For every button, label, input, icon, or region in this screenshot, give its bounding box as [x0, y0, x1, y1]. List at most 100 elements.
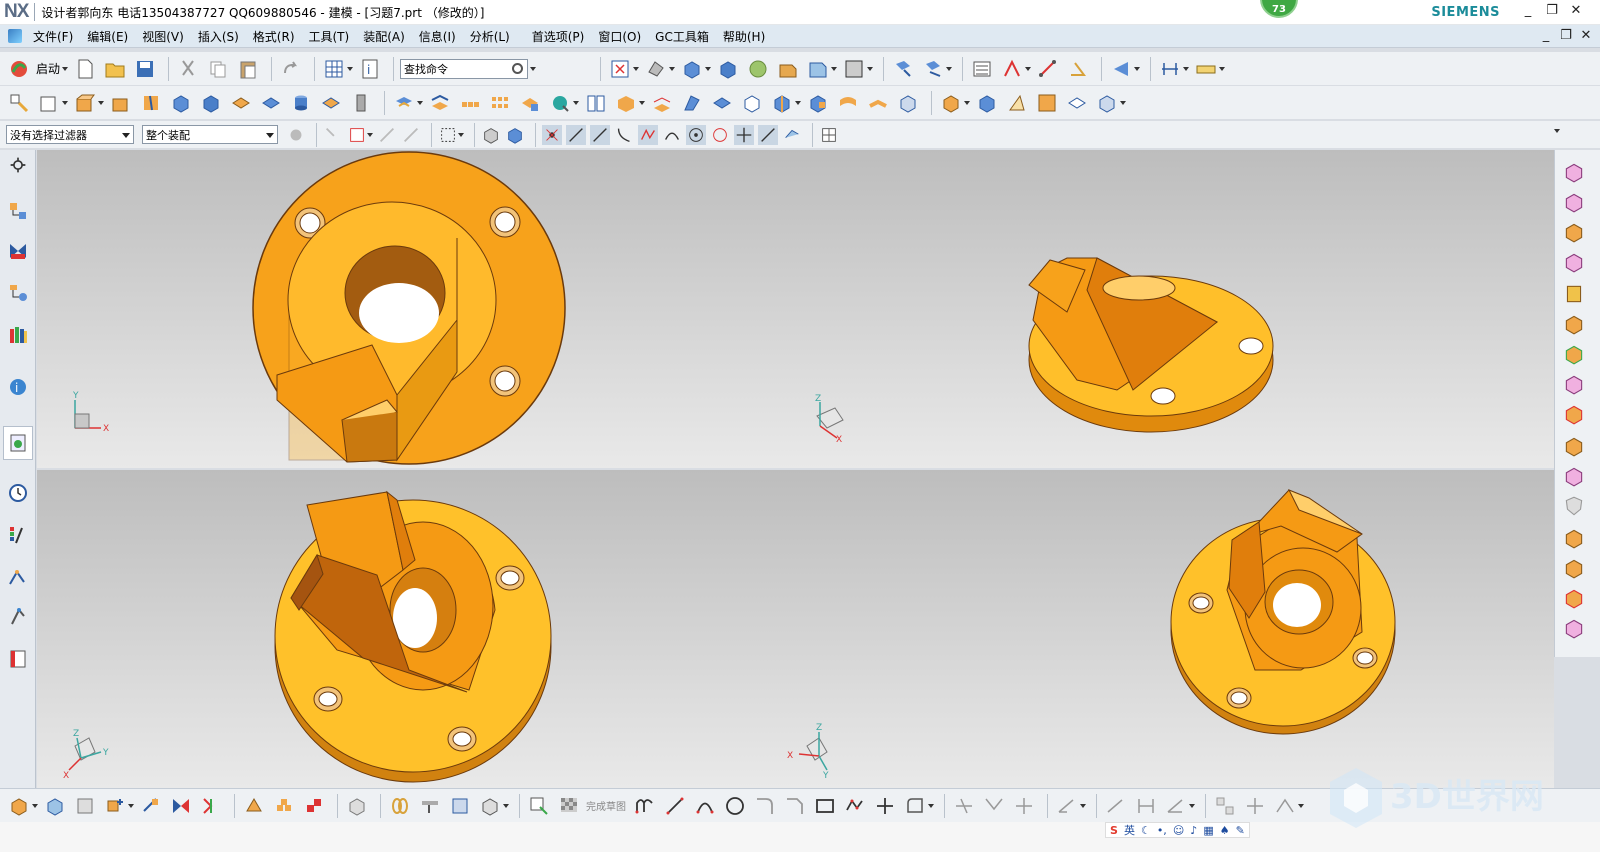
constraints-icon[interactable]: [1103, 793, 1129, 819]
clearance-analysis-icon[interactable]: [344, 793, 370, 819]
snap-line-icon[interactable]: [590, 124, 610, 145]
offset-face-icon[interactable]: [547, 90, 573, 116]
restore-button[interactable]: ❐: [1542, 3, 1562, 18]
wave-link-icon[interactable]: [271, 793, 297, 819]
zoom-dropdown-icon[interactable]: [669, 66, 676, 71]
doc-restore-button[interactable]: ❐: [1556, 28, 1576, 43]
wave-geometry-icon[interactable]: [417, 793, 443, 819]
pattern-feature-icon[interactable]: [427, 90, 453, 116]
graphics-window[interactable]: Y X Z X Z Y X Z X Y: [37, 150, 1554, 788]
select-point-icon[interactable]: [347, 125, 367, 145]
select-body-icon[interactable]: [481, 125, 501, 145]
view-studio-icon[interactable]: [1562, 586, 1586, 610]
polygon-icon[interactable]: [842, 793, 868, 819]
move-to-layer-icon[interactable]: [805, 56, 831, 82]
view-wireframe-icon[interactable]: [1562, 526, 1586, 550]
sew-icon[interactable]: [769, 90, 795, 116]
interpart-link-icon[interactable]: [447, 793, 473, 819]
menu-window[interactable]: 窗口(O): [591, 28, 648, 45]
view-right-icon[interactable]: [1562, 282, 1586, 306]
alternate-solution-icon[interactable]: [1272, 793, 1298, 819]
menu-gc-toolbox[interactable]: GC工具箱: [648, 28, 716, 45]
new-file-icon[interactable]: [72, 56, 98, 82]
shaded-view-icon[interactable]: [679, 56, 705, 82]
sketch-task-icon[interactable]: [526, 793, 552, 819]
assembly-load-dropdown-icon[interactable]: [32, 803, 38, 808]
part-bottom-right-view[interactable]: [1170, 489, 1396, 735]
synchronous-dropdown-icon[interactable]: [1120, 100, 1126, 105]
circle-icon[interactable]: [722, 793, 748, 819]
pull-face-icon[interactable]: [1004, 90, 1030, 116]
microphone-icon[interactable]: ♪: [1190, 824, 1197, 837]
keyboard-icon[interactable]: ▦: [1203, 824, 1213, 837]
save-icon[interactable]: [132, 56, 158, 82]
move-face-icon[interactable]: [974, 90, 1000, 116]
pad-icon[interactable]: [318, 90, 344, 116]
history-roles-icon[interactable]: [3, 426, 33, 460]
unite-icon[interactable]: [391, 90, 417, 116]
background-icon[interactable]: [841, 56, 867, 82]
create-array-icon[interactable]: [102, 793, 128, 819]
shirt-icon[interactable]: ♠: [1220, 824, 1230, 837]
pocket-icon[interactable]: [258, 90, 284, 116]
view-hidden-icon[interactable]: [1562, 616, 1586, 640]
snap-view-icon[interactable]: [1108, 56, 1134, 82]
menu-file[interactable]: 文件(F): [26, 28, 80, 45]
new-component-icon[interactable]: [72, 793, 98, 819]
chamfer-icon[interactable]: [679, 90, 705, 116]
hole-icon[interactable]: [138, 90, 164, 116]
reuse-library-icon[interactable]: [5, 322, 31, 348]
profile-icon[interactable]: [632, 793, 658, 819]
offset-region-dropdown-icon[interactable]: [964, 100, 970, 105]
layout-dropdown-icon[interactable]: [347, 66, 354, 71]
sew-dropdown-icon[interactable]: [795, 100, 801, 105]
alternate-solution-dropdown-icon[interactable]: [1298, 803, 1304, 808]
view-section-icon[interactable]: [1562, 464, 1586, 488]
dimension-sketch-icon[interactable]: [1054, 793, 1080, 819]
view-top-icon[interactable]: [1562, 220, 1586, 244]
snap-on-curve-icon[interactable]: [758, 124, 778, 145]
point-icon[interactable]: [872, 793, 898, 819]
mirror-icon[interactable]: [517, 90, 543, 116]
snap-on-face-icon[interactable]: [782, 125, 802, 145]
array-icon[interactable]: [487, 90, 513, 116]
redo-icon[interactable]: [278, 56, 304, 82]
copy-icon[interactable]: [205, 56, 231, 82]
viewport-top[interactable]: Y X Z X: [37, 150, 1554, 468]
auto-constrain-icon[interactable]: [1133, 793, 1159, 819]
tube-icon[interactable]: [895, 90, 921, 116]
linear-pattern-icon[interactable]: [457, 90, 483, 116]
snap-center-icon[interactable]: [686, 124, 706, 145]
ime-toolbar[interactable]: S 英 ☾ •, ☺ ♪ ▦ ♠ ✎: [1105, 822, 1250, 838]
snap-midpoint-icon[interactable]: [566, 124, 586, 145]
snap-endpoint-icon[interactable]: [542, 124, 562, 145]
palette-icon[interactable]: [5, 522, 31, 548]
show-constraints-icon[interactable]: [1163, 793, 1189, 819]
fit-view-dropdown-icon[interactable]: [633, 66, 640, 71]
menu-view[interactable]: 视图(V): [135, 28, 191, 45]
moon-icon[interactable]: ☾: [1141, 824, 1151, 837]
manufacturing-wizard-icon[interactable]: [5, 604, 31, 630]
explosion-icon[interactable]: [241, 793, 267, 819]
cut-icon[interactable]: [175, 56, 201, 82]
snap-arc-icon[interactable]: [662, 125, 682, 145]
offset-curve-icon[interactable]: [902, 793, 928, 819]
select-feature-icon[interactable]: [323, 125, 343, 145]
search-icon[interactable]: [512, 62, 524, 74]
wcs-orient-icon[interactable]: [920, 56, 946, 82]
shell-dropdown-icon[interactable]: [639, 100, 645, 105]
offset-dropdown-icon[interactable]: [573, 100, 579, 105]
part-navigator-icon[interactable]: [969, 56, 995, 82]
split-body-icon[interactable]: [583, 90, 609, 116]
viewport-bottom[interactable]: Z Y X Z X Y: [37, 470, 1554, 788]
boss-icon[interactable]: [228, 90, 254, 116]
fillet-icon[interactable]: [752, 793, 778, 819]
add-component-icon[interactable]: [42, 793, 68, 819]
line-icon[interactable]: [662, 793, 688, 819]
start-dropdown-icon[interactable]: [62, 66, 69, 71]
layer-dropdown-icon[interactable]: [831, 66, 838, 71]
ruler-icon[interactable]: [1193, 56, 1219, 82]
snap-point-icon[interactable]: [734, 124, 754, 145]
app-menu-icon[interactable]: [8, 29, 22, 43]
paste-icon[interactable]: [235, 56, 261, 82]
